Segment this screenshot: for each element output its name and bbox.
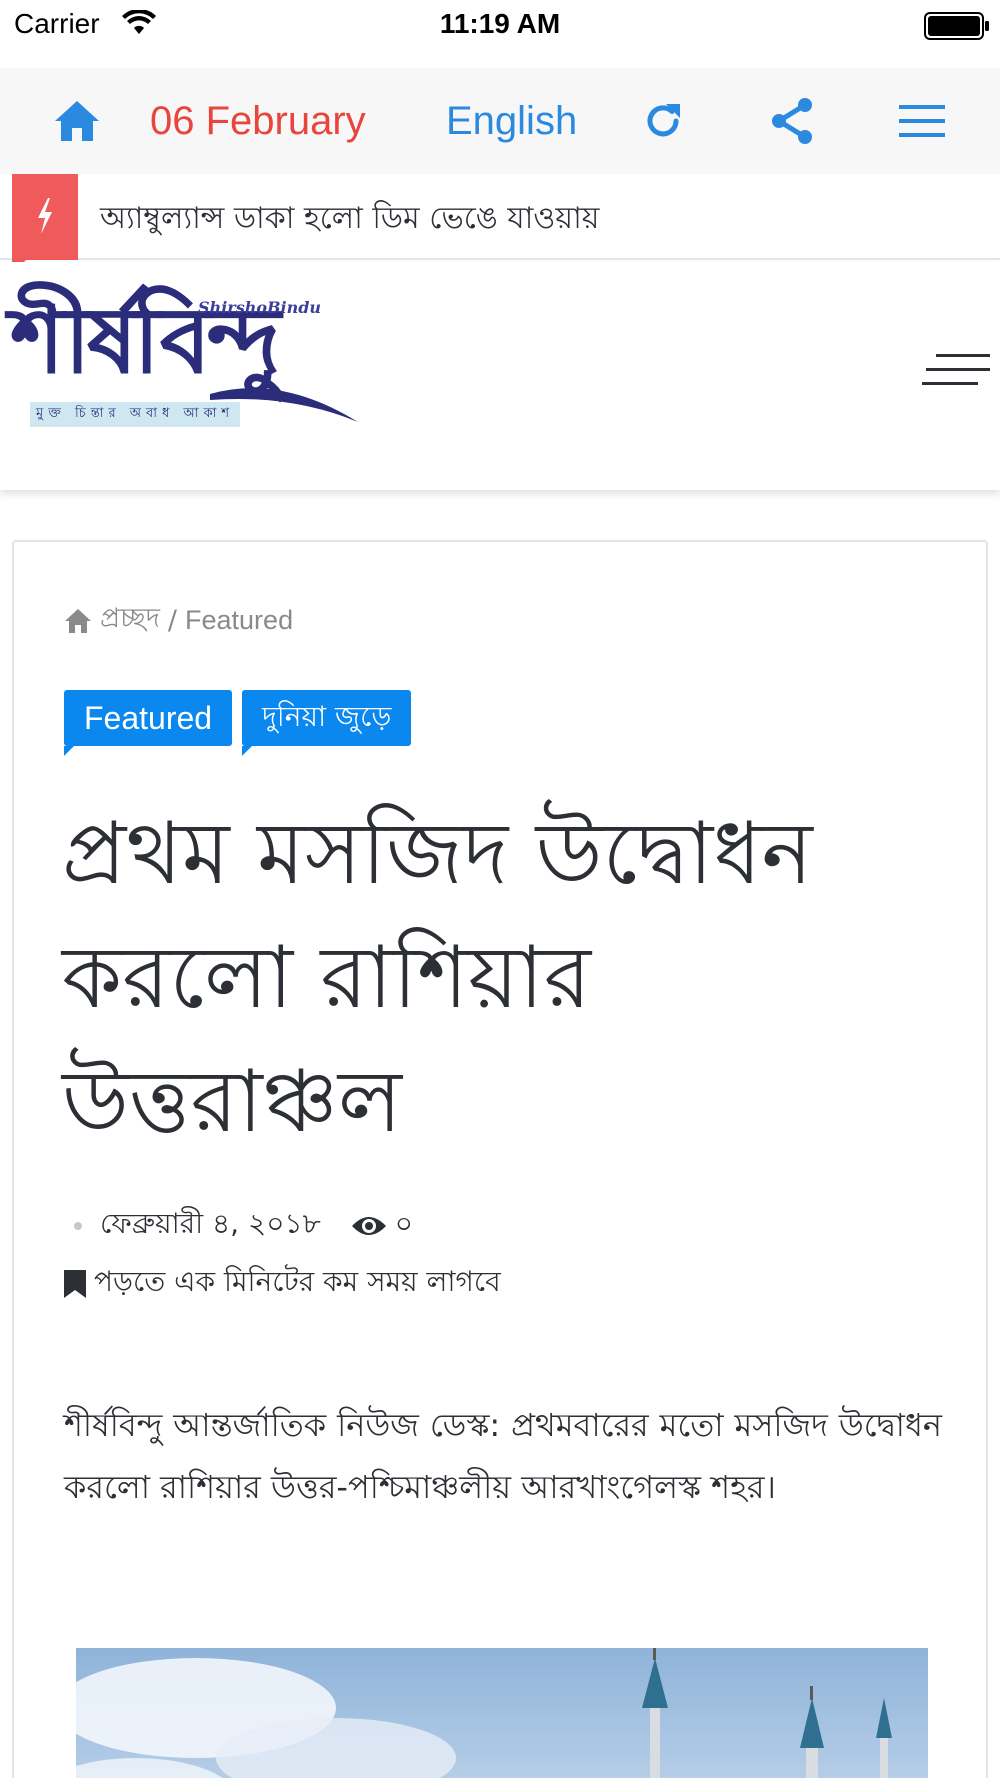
ticker-headline[interactable]: অ্যাম্বুল্যান্স ডাকা হলো ডিম ভেঙে যাওয়া… bbox=[100, 194, 599, 245]
breadcrumb-separator: / bbox=[167, 605, 178, 636]
meta-dot bbox=[74, 1221, 82, 1230]
read-time: পড়তে এক মিনিটের কম সময় লাগবে bbox=[64, 1260, 501, 1307]
breadcrumb-home[interactable]: প্রচ্ছদ bbox=[100, 598, 160, 643]
article-body: শীর্ষবিন্দু আন্তর্জাতিক নিউজ ডেস্ক: প্রথ… bbox=[64, 1406, 942, 1506]
article-card: প্রচ্ছদ / Featured Featured দুনিয়া জুড়… bbox=[12, 540, 988, 1778]
status-bar: Carrier 11:19 AM bbox=[0, 0, 1000, 68]
read-time-text: পড়তে এক মিনিটের কম সময় লাগবে bbox=[94, 1265, 501, 1298]
site-logo[interactable]: শীর্ষবিন্দু ShirshoBindu মুক্ত চিন্তার অ… bbox=[10, 294, 358, 434]
share-icon[interactable] bbox=[768, 68, 816, 174]
breaking-news-ticker: অ্যাম্বুল্যান্স ডাকা হলো ডিম ভেঙে যাওয়া… bbox=[0, 174, 1000, 274]
home-icon[interactable] bbox=[52, 68, 102, 174]
header-menu-icon[interactable] bbox=[922, 350, 990, 390]
tag-featured[interactable]: Featured bbox=[64, 690, 233, 756]
article-title: প্রথম মসজিদ উদ্বোধন করলো রাশিয়ার উত্তরা… bbox=[62, 804, 813, 1152]
breadcrumb: প্রচ্ছদ / Featured bbox=[64, 598, 293, 643]
status-time: 11:19 AM bbox=[439, 8, 561, 39]
breadcrumb-current: Featured bbox=[185, 605, 294, 635]
eye-icon bbox=[351, 1216, 386, 1235]
logo-latin: ShirshoBindu bbox=[198, 298, 322, 317]
breaking-news-badge bbox=[12, 174, 78, 274]
bookmark-icon bbox=[64, 1269, 86, 1298]
app-toolbar: 06 February English bbox=[0, 68, 1000, 174]
tag-world[interactable]: দুনিয়া জুড়ে bbox=[242, 690, 412, 756]
site-header: শীর্ষবিন্দু ShirshoBindu মুক্ত চিন্তার অ… bbox=[0, 262, 1000, 490]
bolt-icon bbox=[38, 198, 52, 234]
article-meta: ফেব্রুয়ারী ৪, ২০১৮ ০ bbox=[64, 1202, 413, 1249]
refresh-icon[interactable] bbox=[640, 68, 686, 174]
battery-icon bbox=[924, 12, 989, 40]
language-toggle[interactable]: English bbox=[446, 68, 577, 174]
logo-tagline: মুক্ত চিন্তার অবাধ আকাশ bbox=[30, 402, 241, 427]
date-label: 06 February bbox=[150, 98, 366, 143]
category-tags: Featured দুনিয়া জুড়ে bbox=[64, 690, 412, 756]
view-count: ০ bbox=[394, 1207, 413, 1240]
article-date: ফেব্রুয়ারী ৪, ২০১৮ bbox=[100, 1207, 321, 1240]
home-crumb-icon[interactable] bbox=[64, 608, 92, 634]
mosque-photo bbox=[76, 1648, 928, 1778]
menu-icon[interactable] bbox=[898, 68, 946, 174]
